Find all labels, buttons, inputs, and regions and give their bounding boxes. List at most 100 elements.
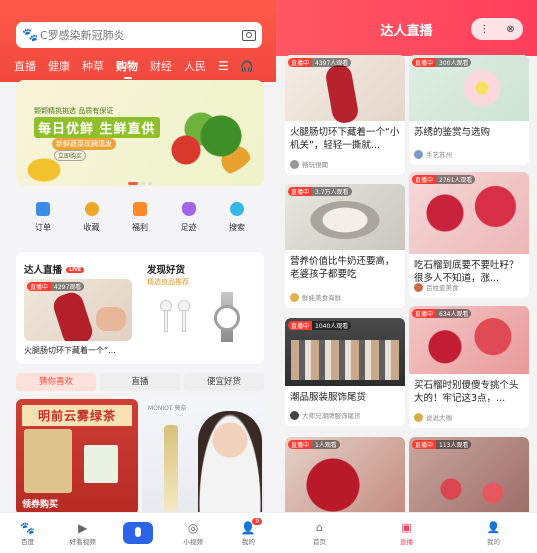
product-card-tea[interactable]: 明前云雾绿茶 领券购买 <box>16 399 138 515</box>
notification-badge: 9 <box>252 518 263 525</box>
quick-favorites[interactable]: 收藏 <box>75 196 109 242</box>
live-card-author: 鲜蚝美食海鲜 <box>290 292 341 302</box>
banner-title: 每日优鲜 生鲜直供 <box>34 117 160 138</box>
live-card-author: 说说大咖 <box>414 412 452 422</box>
tab-baidu[interactable]: 🐾 百度 <box>6 520 50 546</box>
hand-image <box>96 307 126 331</box>
headphone-icon[interactable]: 🎧 <box>240 60 254 73</box>
tab-baidu-label: 百度 <box>21 538 35 546</box>
live-card[interactable]: 直播中 634人观看 买石榴时别傻傻专挑个头大的！牢记这3点，... 说说大咖 <box>409 306 529 428</box>
watch-image[interactable] <box>212 292 242 342</box>
live-badge: 直播中 1040人观看 <box>288 321 352 330</box>
earbuds-image[interactable] <box>156 292 196 342</box>
corn-image <box>24 156 64 184</box>
live-caption[interactable]: 火腿肠切环下藏着一个“... <box>24 345 116 356</box>
shopping-screen: 🐾 直播 健康 种草 购物 财经 人民 ☰ 🎧 颗颗精挑挑选 品质有保证 每日优… <box>0 0 276 553</box>
tab-short-video[interactable]: ◎ 小视频 <box>171 520 215 546</box>
wine-bottle-image <box>164 425 178 511</box>
discover-title[interactable]: 发现好货 <box>147 262 185 276</box>
tab-live[interactable]: ▣ 直播 <box>385 520 429 546</box>
close-icon[interactable]: ⊗ <box>506 24 514 35</box>
author-name: 畅玩視聞 <box>302 161 328 169</box>
badge-text: 直播中 <box>412 309 437 318</box>
baidu-paw-icon: 🐾 <box>20 521 36 535</box>
live-card-image: 直播中 4397人观看 <box>285 55 405 125</box>
discover-subtitle: 精选良品推荐 <box>147 278 189 286</box>
badge-text: 直播中 <box>288 187 313 196</box>
quick-footprints[interactable]: 足迹 <box>172 196 206 242</box>
tab-mine-label: 我的 <box>487 538 500 546</box>
live-card[interactable]: 直播中 1040人观看 潮品服装服饰尾货 大师兄潮牌服饰尾货 <box>285 318 405 426</box>
tab-finance[interactable]: 财经 <box>144 58 178 74</box>
voice-search-button[interactable] <box>116 522 160 544</box>
badge-text: 直播中 <box>412 58 437 67</box>
live-card[interactable]: 直播中 113人观看 <box>409 437 529 517</box>
tab-grass[interactable]: 种草 <box>76 58 110 74</box>
flower-embroidery-image <box>457 63 507 113</box>
quick-welfare[interactable]: 福利 <box>123 196 157 242</box>
person-icon: 👤 <box>240 521 256 535</box>
live-card[interactable]: 直播中 1人观看 <box>285 437 405 517</box>
quick-footprints-label: 足迹 <box>180 223 197 232</box>
live-card-image: 直播中 2761人观看 <box>409 172 529 254</box>
live-card[interactable]: 直播中 4397人观看 火腿肠切环下藏着一个“小机关”，轻轻一撕就... 畅玩視聞 <box>285 55 405 175</box>
orders-icon <box>36 202 50 216</box>
live-badge: 直播中 3.7万人观看 <box>288 187 352 196</box>
tab-mine[interactable]: 👤 我的 <box>472 520 516 546</box>
oyster-image <box>305 198 385 242</box>
promo-banner[interactable]: 颗颗精挑挑选 品质有保证 每日优鲜 生鲜直供 新鲜蔬菜现摘现发 立即购买 <box>16 80 264 186</box>
live-tv-icon: ▣ <box>401 521 412 534</box>
live-badge: 直播中 634人观看 <box>412 309 472 318</box>
camera-icon[interactable] <box>242 29 256 41</box>
live-card[interactable]: 直播中 300人观看 苏绣的鉴赏与选购 手艺苏州 <box>409 55 529 165</box>
screen: 🐾 直播 健康 种草 购物 财经 人民 ☰ 🎧 颗颗精挑挑选 品质有保证 每日优… <box>0 0 537 553</box>
footprint-icon <box>181 202 196 216</box>
live-card[interactable]: 直播中 2761人观看 吃石榴到底要不要吐籽？很多人不知道，涨... 百姓爱美食 <box>409 172 529 298</box>
live-card-image: 直播中 634人观看 <box>409 306 529 374</box>
live-card-title: 营养价值比牛奶还要高，老婆孩子都要吃 <box>290 256 395 280</box>
banner-indicator <box>128 182 152 185</box>
tab-me[interactable]: 👤 我的 9 <box>226 518 270 546</box>
viewer-count: 3.7万人观看 <box>312 187 352 196</box>
more-icon[interactable]: ⋮ <box>479 24 489 35</box>
channel-tabs: 直播 健康 种草 购物 财经 人民 ☰ 🎧 <box>8 56 272 79</box>
quick-actions: 订单 收藏 福利 足迹 搜索 <box>16 196 264 242</box>
live-screen: 达人直播 ⋮ ⊗ 直播中 4397人观看 火腿肠切环下藏着一个“小机关”，轻轻一撕就… <box>276 0 537 553</box>
product-card-wine[interactable]: MONIOT 莫奈 <box>142 399 264 515</box>
author-name: 百姓爱美食 <box>426 284 459 292</box>
live-viewers: 4297观看 <box>51 282 85 291</box>
feed-segments: 猜你喜欢 直播 便宜好货 <box>16 373 264 391</box>
search-bar[interactable]: 🐾 <box>16 22 262 48</box>
tab-people[interactable]: 人民 <box>178 58 212 74</box>
quick-orders[interactable]: 订单 <box>26 196 60 242</box>
live-badge-text: 直播中 <box>27 282 52 291</box>
viewer-count: 634人观看 <box>436 309 472 318</box>
live-section-title[interactable]: 达人直播 LIVE <box>24 262 85 276</box>
wine-brand: MONIOT 莫奈 <box>148 405 187 412</box>
segment-live[interactable]: 直播 <box>100 373 180 391</box>
search-input[interactable] <box>40 28 242 42</box>
tab-shopping[interactable]: 购物 <box>110 58 144 79</box>
live-card-image: 直播中 113人观看 <box>409 437 529 517</box>
viewer-count: 4397人观看 <box>312 58 352 67</box>
segment-guess-you-like[interactable]: 猜你喜欢 <box>16 373 96 391</box>
sausage-image <box>50 289 96 341</box>
live-card-image: 直播中 3.7万人观看 <box>285 184 405 250</box>
live-badge: 直播中 113人观看 <box>412 440 472 449</box>
live-thumbnail[interactable]: 直播中 4297观看 <box>24 279 132 341</box>
live-card-image: 直播中 300人观看 <box>409 55 529 121</box>
tab-health[interactable]: 健康 <box>42 58 76 74</box>
live-card-author: 手艺苏州 <box>414 149 452 159</box>
banner-buy-button[interactable]: 立即购买 <box>54 150 87 161</box>
live-card[interactable]: 直播中 3.7万人观看 营养价值比牛奶还要高，老婆孩子都要吃 鲜蚝美食海鲜 <box>285 184 405 308</box>
tab-home[interactable]: ⌂ 首页 <box>298 520 342 546</box>
menu-icon[interactable]: ☰ <box>218 59 232 73</box>
quick-search[interactable]: 搜索 <box>220 196 254 242</box>
author-name: 手艺苏州 <box>426 151 452 159</box>
capsule-menu[interactable]: ⋮ ⊗ <box>471 18 523 40</box>
segment-cheap-goods[interactable]: 便宜好货 <box>184 373 264 391</box>
tab-live[interactable]: 直播 <box>8 58 42 74</box>
badge-text: 直播中 <box>288 440 313 449</box>
vegetable-image <box>156 108 256 178</box>
tab-haokan-video[interactable]: ▶ 好看视频 <box>61 520 105 546</box>
